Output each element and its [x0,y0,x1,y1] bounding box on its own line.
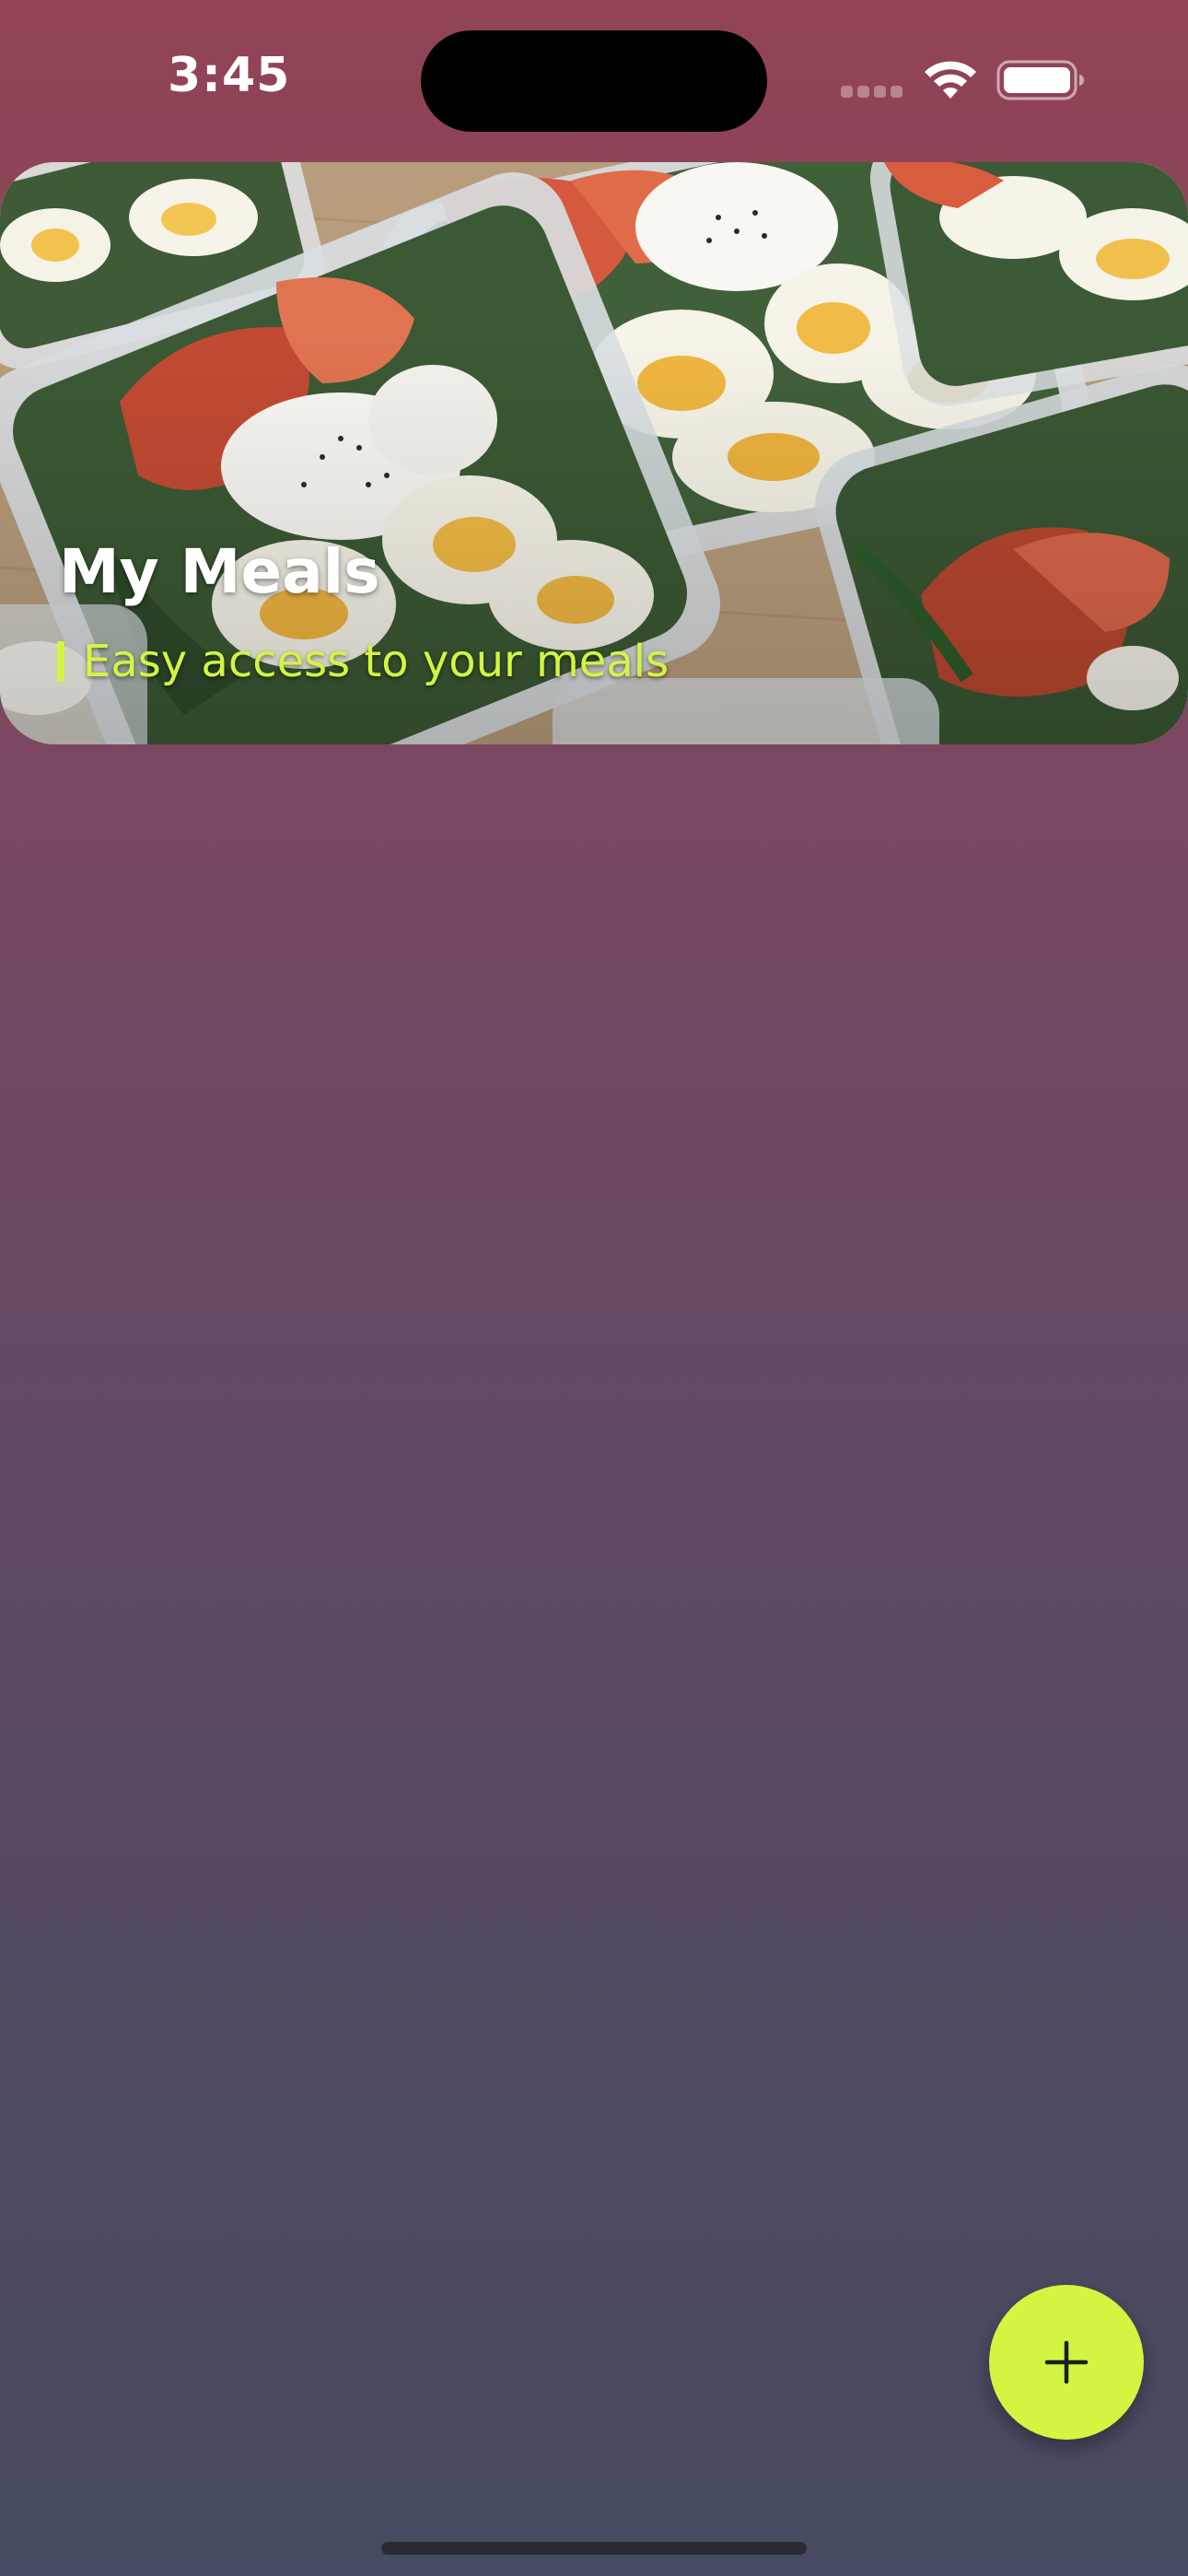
battery-icon [996,59,1085,101]
wifi-icon [921,58,980,102]
accent-bar [57,641,64,682]
status-time: 3:45 [168,48,291,103]
page-title: My Meals [59,536,380,607]
subtitle-row: Easy access to your meals [57,634,669,689]
add-meal-button[interactable] [989,2285,1144,2440]
home-indicator[interactable] [381,2542,807,2555]
page-subtitle: Easy access to your meals [83,636,670,687]
dynamic-island [421,30,767,132]
plus-icon [1044,2340,1089,2384]
hero-banner: My Meals Easy access to your meals [0,162,1188,744]
cellular-signal-icon [841,86,905,99]
status-bar: 3:45 [0,0,1188,157]
